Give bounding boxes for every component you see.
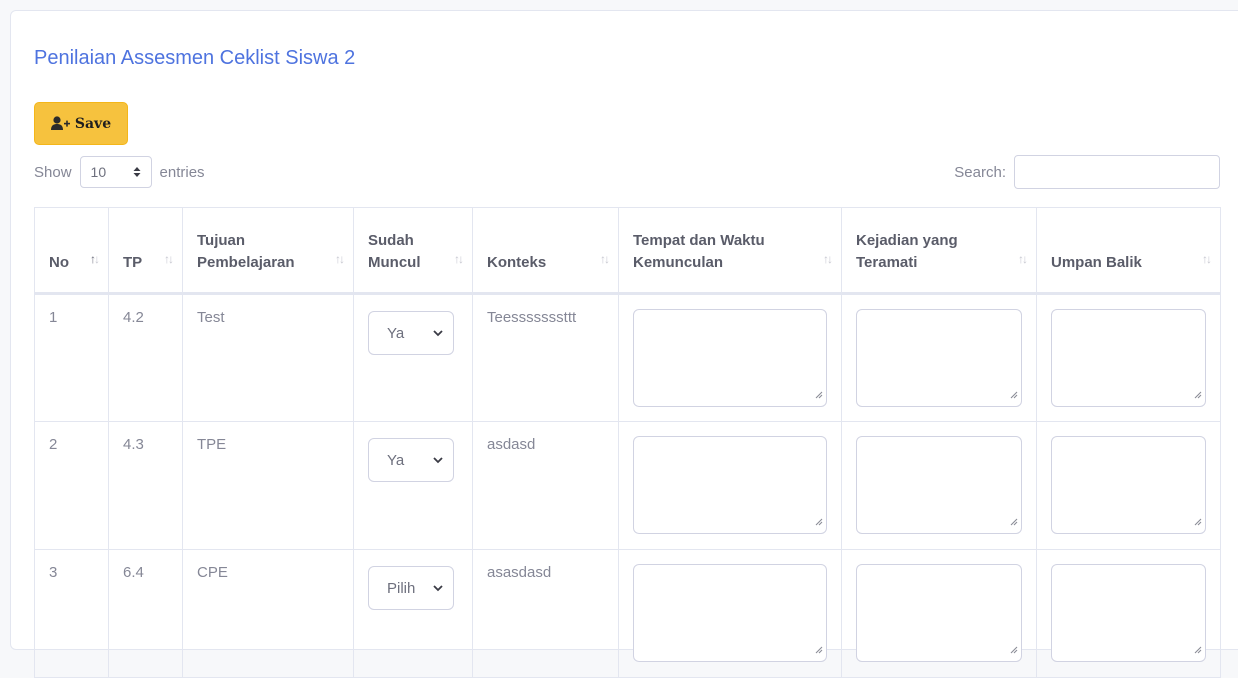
cell-tp: 4.3 [108,421,183,550]
table-row: 3 6.4 CPE Pilih asasdasd [34,549,1221,678]
tempat-textarea[interactable] [633,309,827,407]
sort-icon: ↑↓ [164,252,174,266]
resize-grip-icon[interactable] [1009,386,1018,403]
resize-grip-icon[interactable] [1193,513,1202,530]
column-header-sudah-muncul[interactable]: Sudah Muncul ↑↓ [353,207,473,295]
umpan-balik-textarea[interactable] [1051,436,1206,534]
cell-konteks: Teesssssssttt [472,293,619,422]
resize-grip-icon[interactable] [1193,641,1202,658]
sudah-muncul-select[interactable]: Ya [368,311,454,355]
page-title: Penilaian Assesmen Ceklist Siswa 2 [34,47,356,69]
cell-konteks: asdasd [472,421,619,550]
table-row: 1 4.2 Test Ya Teesssssssttt [34,293,1221,422]
cell-tempat [618,421,842,550]
column-header-umpan-balik[interactable]: Umpan Balik ↑↓ [1036,207,1221,295]
resize-grip-icon[interactable] [1009,513,1018,530]
cell-kejadian [841,421,1037,550]
entries-select[interactable]: 10 [79,156,152,188]
show-label: Show [34,163,72,181]
sudah-muncul-value: Ya [387,451,405,469]
umpan-balik-textarea[interactable] [1051,564,1206,662]
save-button[interactable]: Save [34,102,128,145]
save-button-label: Save [74,115,112,132]
chevron-down-icon [433,456,443,464]
search-control: Search: [954,155,1220,189]
cell-tp: 6.4 [108,549,183,678]
cell-kejadian [841,549,1037,678]
tempat-textarea[interactable] [633,436,827,534]
cell-sudah-muncul: Ya [353,293,473,422]
sort-icon: ↑↓ [1202,252,1212,266]
column-header-tempat[interactable]: Tempat dan Waktu Kemunculan ↑↓ [618,207,842,295]
cell-sudah-muncul: Pilih [353,549,473,678]
assessment-table: No ↑↓ TP ↑↓ Tujuan Pembelajaran ↑↓ Sudah Mu… [34,207,1221,678]
search-label: Search: [954,163,1006,181]
cell-tp: 4.2 [108,293,183,422]
search-input[interactable] [1014,155,1220,189]
sudah-muncul-value: Ya [387,324,405,342]
sort-icon: ↑↓ [335,252,345,266]
cell-no: 1 [34,293,109,422]
resize-grip-icon[interactable] [814,386,823,403]
user-plus-icon [50,116,71,131]
sudah-muncul-select[interactable]: Ya [368,438,454,482]
entries-select-value: 10 [90,164,107,180]
kejadian-textarea[interactable] [856,564,1022,662]
chevron-down-icon [433,584,443,592]
cell-tujuan: Test [182,293,354,422]
entries-length-control: Show 10 entries [34,155,205,189]
resize-grip-icon[interactable] [1193,386,1202,403]
cell-tempat [618,549,842,678]
entries-label: entries [159,163,205,181]
cell-kejadian [841,293,1037,422]
tempat-textarea[interactable] [633,564,827,662]
cell-umpan-balik [1036,421,1221,550]
cell-umpan-balik [1036,293,1221,422]
sort-icon: ↑↓ [454,252,464,266]
sort-icon: ↑↓ [600,252,610,266]
cell-no: 3 [34,549,109,678]
column-header-konteks[interactable]: Konteks ↑↓ [472,207,619,295]
cell-no: 2 [34,421,109,550]
column-header-kejadian[interactable]: Kejadian yang Teramati ↑↓ [841,207,1037,295]
column-header-tujuan[interactable]: Tujuan Pembelajaran ↑↓ [182,207,354,295]
sort-icon: ↑↓ [90,252,100,266]
kejadian-textarea[interactable] [856,309,1022,407]
sort-arrows-icon [133,166,141,178]
cell-umpan-balik [1036,549,1221,678]
sort-icon: ↑↓ [823,252,833,266]
umpan-balik-textarea[interactable] [1051,309,1206,407]
cell-tujuan: CPE [182,549,354,678]
table-row: 2 4.3 TPE Ya asdasd [34,421,1221,550]
cell-konteks: asasdasd [472,549,619,678]
sudah-muncul-value: Pilih [387,579,416,597]
cell-sudah-muncul: Ya [353,421,473,550]
table-header-row: No ↑↓ TP ↑↓ Tujuan Pembelajaran ↑↓ Sudah Mu… [34,207,1221,295]
resize-grip-icon[interactable] [814,513,823,530]
resize-grip-icon[interactable] [814,641,823,658]
sort-icon: ↑↓ [1018,252,1028,266]
resize-grip-icon[interactable] [1009,641,1018,658]
column-header-no[interactable]: No ↑↓ [34,207,109,295]
cell-tempat [618,293,842,422]
cell-tujuan: TPE [182,421,354,550]
kejadian-textarea[interactable] [856,436,1022,534]
sudah-muncul-select[interactable]: Pilih [368,566,454,610]
column-header-tp[interactable]: TP ↑↓ [108,207,183,295]
chevron-down-icon [433,329,443,337]
